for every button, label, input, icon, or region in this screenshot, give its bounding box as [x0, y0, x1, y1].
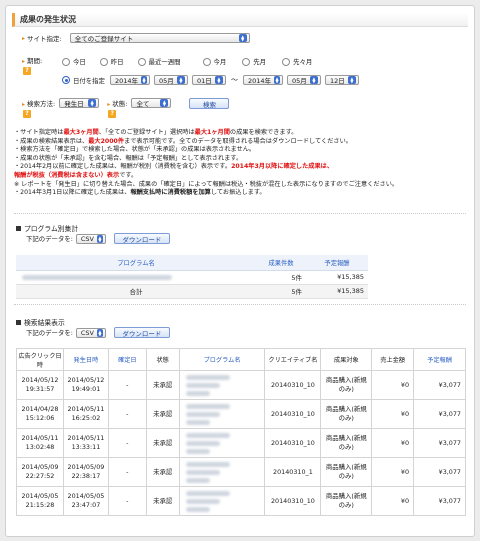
- orange-arrow-icon: ▸: [107, 101, 111, 108]
- table-row: 2014/05/12 19:31:57 2014/05/12 19:49:01 - …: [16, 370, 466, 400]
- end-day-select[interactable]: 12日 ▲ ▼: [324, 75, 359, 85]
- radio-last-month[interactable]: 先月: [242, 57, 266, 66]
- end-month-select[interactable]: 05月 ▲ ▼: [286, 75, 321, 85]
- col-sales: 売上金額: [371, 348, 415, 371]
- radio-this-month[interactable]: 今月: [202, 57, 226, 66]
- note-line: ・検索方法を「確定日」で検索した場合、状態が「未承認」の成果は表示されません。: [14, 146, 256, 154]
- start-day-select[interactable]: 01日 ▲ ▼: [191, 75, 226, 85]
- start-month-select[interactable]: 05月 ▲ ▼: [153, 75, 188, 85]
- table-row: 2014/05/09 22:27:52 2014/05/09 22:38:17 - …: [16, 457, 466, 487]
- download-button[interactable]: ダウンロード: [113, 327, 170, 338]
- note-line: ・2014年3月1日以降に確定した成果は、報酬支払時に消費税額を加算してお振込し…: [14, 189, 266, 197]
- end-year-select[interactable]: 2014年 ▲ ▼: [242, 75, 283, 85]
- download-label: 下記のデータを:: [26, 235, 73, 243]
- site-filter-row: ▸ サイト指定: 全てのご登録サイト ▲ ▼: [22, 33, 250, 43]
- table-row: 2014/05/11 13:02:48 2014/05/11 13:33:11 - …: [16, 428, 466, 458]
- table-row: 2014/04/28 15:12:06 2014/05/11 16:25:02 - …: [16, 399, 466, 429]
- radio-custom-date[interactable]: 日付を指定: [62, 76, 105, 85]
- col-reward[interactable]: 予定報酬: [413, 348, 466, 371]
- col-creative-name: クリエイティブ名: [264, 348, 322, 371]
- radio-today[interactable]: 今日: [62, 57, 86, 66]
- orange-arrow-icon: ▸: [22, 58, 26, 65]
- select-caret-icon: ▲ ▼: [238, 34, 247, 42]
- col-program-name[interactable]: プログラム名: [178, 348, 266, 371]
- help-icon[interactable]: ?: [108, 110, 117, 118]
- period-radios: 今日 昨日 最近一週間 今月 先月 先々月: [62, 57, 320, 66]
- range-tilde: 〜: [230, 76, 238, 84]
- search-options-row: ▸ 検索方法: ? 発生日 ▲ ▼ ▸ 状態: ? 全て ▲ ▼ 検索: [22, 98, 230, 118]
- obscured-program-name: [185, 490, 230, 496]
- note-line: ・サイト指定時は最大3ヶ月間、「全てのご登録サイト」選択時は最大1ヶ月間の成果を…: [14, 129, 298, 136]
- orange-arrow-icon: ▸: [22, 34, 26, 42]
- col-program-name[interactable]: プログラム名: [16, 255, 256, 271]
- col-click-datetime: 広告クリック日時: [16, 348, 64, 371]
- obscured-program-name: [185, 374, 230, 380]
- divider: [14, 304, 466, 305]
- search-button[interactable]: 検索: [189, 98, 230, 109]
- obscured-program-name: [185, 403, 230, 409]
- site-label: サイト指定:: [27, 35, 62, 43]
- total-row: 合計 5件 ¥15,385: [16, 284, 368, 299]
- status-label: 状態:: [112, 100, 128, 108]
- col-reward[interactable]: 予定報酬: [306, 255, 368, 271]
- download-label: 下記のデータを:: [26, 329, 73, 337]
- obscured-program-name: [22, 274, 172, 280]
- start-year-select[interactable]: 2014年 ▲ ▼: [109, 75, 150, 85]
- search-method-label: 検索方法:: [27, 100, 56, 108]
- col-count[interactable]: 成果件数: [256, 255, 306, 271]
- help-icon[interactable]: ?: [23, 110, 31, 118]
- help-icon[interactable]: ?: [23, 67, 31, 75]
- note-line: ・2014年2月以前に確定した成果は、報酬が税別（消費税を含む）表示です。201…: [14, 163, 334, 171]
- page-title: 成果の発生状況: [12, 13, 468, 27]
- radio-yesterday[interactable]: 昨日: [99, 57, 124, 66]
- radio-last-week[interactable]: 最近一週間: [137, 57, 181, 66]
- results-table: 広告クリック日時 発生日時 確定日 状態 プログラム名 クリエイティブ名 成果対…: [16, 348, 466, 516]
- col-occur-datetime[interactable]: 発生日時: [62, 348, 109, 371]
- site-select[interactable]: 全てのご登録サイト ▲ ▼: [69, 33, 250, 43]
- results-download-row: 下記のデータを: CSV ▲ ▼ ダウンロード: [26, 327, 170, 338]
- program-summary-table: プログラム名 成果件数 予定報酬 5件 ¥15,385 合計 5件 ¥15,38…: [16, 255, 368, 299]
- program-section-title: プログラム別集計: [16, 223, 78, 233]
- obscured-program-name: [185, 432, 230, 438]
- table-row: 2014/05/05 21:15:28 2014/05/05 23:47:07 - …: [16, 486, 466, 516]
- search-method-select[interactable]: 発生日 ▲ ▼: [59, 98, 100, 108]
- note-line: 報酬が税抜（消費税は含まない）表示です。: [14, 171, 138, 179]
- col-confirm-date[interactable]: 確定日: [107, 348, 147, 371]
- notes-list: ・サイト指定時は最大3ヶ月間、「全てのご登録サイト」選択時は最大1ヶ月間の成果を…: [14, 129, 466, 198]
- status-select[interactable]: 全て ▲ ▼: [131, 98, 172, 108]
- period-filter-row: ▸ 期間: ?: [22, 55, 42, 75]
- format-select[interactable]: CSV ▲ ▼: [75, 327, 106, 338]
- format-select[interactable]: CSV ▲ ▼: [75, 233, 106, 244]
- period-label: 期間:: [27, 57, 43, 65]
- download-button[interactable]: ダウンロード: [113, 233, 170, 244]
- divider: [14, 213, 466, 214]
- table-row: 5件 ¥15,385: [16, 270, 368, 285]
- program-download-row: 下記のデータを: CSV ▲ ▼ ダウンロード: [26, 233, 170, 244]
- obscured-program-name: [185, 461, 230, 467]
- orange-arrow-icon: ▸: [22, 101, 26, 108]
- col-target: 成果対象: [320, 348, 373, 371]
- results-section-title: 検索結果表示: [16, 317, 65, 327]
- date-range-row: 日付を指定 2014年 ▲ ▼ 05月 ▲ ▼ 01日 ▲ ▼ 〜 2014年 ▲ ▼ 05月 ▲…: [62, 75, 359, 85]
- note-line: ・成果の検索結果表示は、最大2000件まで表示可能です。全てのデータを取得される…: [14, 137, 352, 145]
- col-status: 状態: [145, 348, 180, 371]
- radio-month-before-last[interactable]: 先々月: [282, 57, 312, 66]
- note-line: ※ レポートを「発生日」に切り替えた場合、成果の「確定日」によって報酬は税込・税…: [14, 180, 399, 188]
